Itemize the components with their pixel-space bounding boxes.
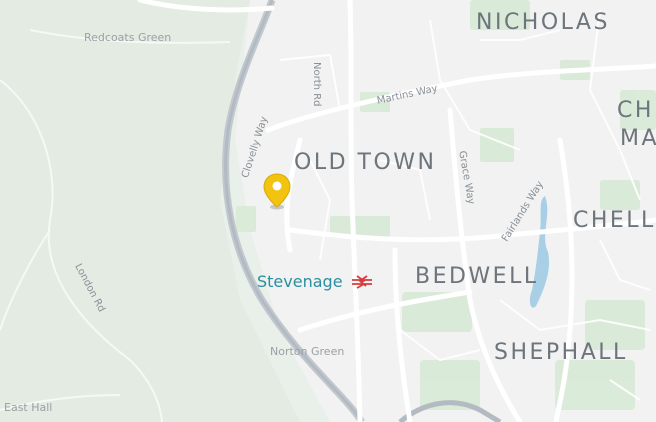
place-label-redcoats-green: Redcoats Green bbox=[84, 31, 172, 44]
district-label-shephall: SHEPHALL bbox=[494, 340, 628, 365]
district-label-chells-manor-line2: MA bbox=[620, 126, 656, 151]
place-label-east-hall: East Hall bbox=[4, 401, 53, 414]
district-label-old-town: OLD TOWN bbox=[294, 150, 437, 175]
station-label-stevenage[interactable]: Stevenage bbox=[257, 272, 343, 291]
district-label-bedwell: BEDWELL bbox=[415, 264, 539, 289]
district-label-chells-manor-line1: CH bbox=[617, 98, 654, 123]
district-label-st-nicholas: NICHOLAS bbox=[476, 10, 610, 35]
map-canvas[interactable]: NICHOLAS OLD TOWN BEDWELL SHEPHALL CHELL… bbox=[0, 0, 656, 422]
road-label-north-rd: North Rd bbox=[311, 62, 322, 107]
location-pin-icon[interactable] bbox=[262, 173, 292, 211]
place-label-norton-green: Norton Green bbox=[270, 345, 345, 358]
district-label-chells: CHELL bbox=[573, 208, 656, 233]
national-rail-icon bbox=[352, 275, 372, 289]
